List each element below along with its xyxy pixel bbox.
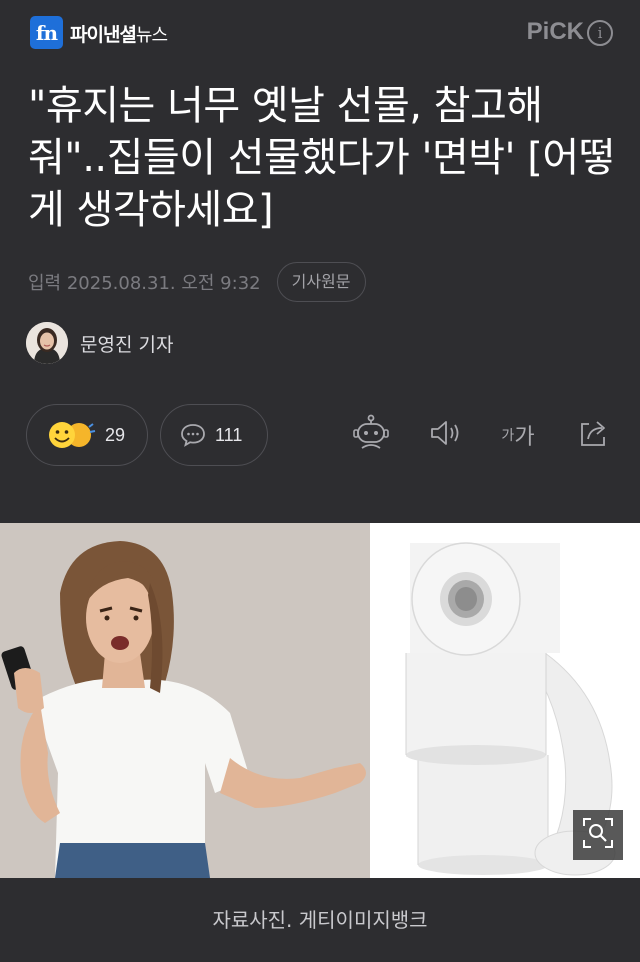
share-button[interactable] xyxy=(572,414,614,456)
zoom-icon xyxy=(581,816,615,854)
press-logo-icon[interactable]: fn xyxy=(30,16,63,49)
image-zoom-button[interactable] xyxy=(573,810,623,860)
angry-woman-photo xyxy=(0,523,370,878)
original-article-button[interactable]: 기사원문 xyxy=(276,262,366,302)
photo-caption: 자료사진. 게티이미지뱅크 xyxy=(212,908,428,932)
emoji-reaction-icon xyxy=(45,417,97,453)
article-title: "휴지는 너무 옛날 선물, 참고해 줘"..집들이 선물했다가 '면박' [어… xyxy=(28,83,615,233)
reporter-avatar xyxy=(26,322,68,364)
speaker-icon xyxy=(427,418,463,452)
reporter-name: 문영진 기자 xyxy=(80,333,174,356)
comment-icon xyxy=(179,422,207,448)
font-size-button[interactable]: 가가 xyxy=(494,414,542,456)
publish-date: 입력 2025.08.31. 오전 9:32 xyxy=(28,273,261,294)
share-icon xyxy=(576,417,610,453)
robot-summary-icon xyxy=(351,413,391,457)
summary-bot-button[interactable] xyxy=(350,414,392,456)
top-bar: fn 파이낸셜뉴스 PiCK i xyxy=(0,0,640,64)
reaction-button[interactable]: 29 xyxy=(26,404,148,466)
like-count: 29 xyxy=(105,424,126,445)
reporter-info[interactable]: 문영진 기자 xyxy=(26,322,173,364)
comment-count: 111 xyxy=(215,424,243,445)
pick-label: PiCK xyxy=(526,18,584,45)
press-name-sub: 뉴스 xyxy=(135,25,168,46)
press-name[interactable]: 파이낸셜뉴스 xyxy=(70,20,168,47)
press-name-main: 파이낸셜 xyxy=(70,24,137,46)
font-size-large-glyph: 가 xyxy=(514,425,535,450)
article-photo[interactable] xyxy=(0,523,640,878)
tts-button[interactable] xyxy=(424,414,466,456)
font-size-small-glyph: 가 xyxy=(501,428,515,444)
comment-button[interactable]: 111 xyxy=(160,404,268,466)
info-icon[interactable]: i xyxy=(587,20,613,46)
article-meta: 입력 2025.08.31. 오전 9:32 기사원문 xyxy=(28,262,366,302)
